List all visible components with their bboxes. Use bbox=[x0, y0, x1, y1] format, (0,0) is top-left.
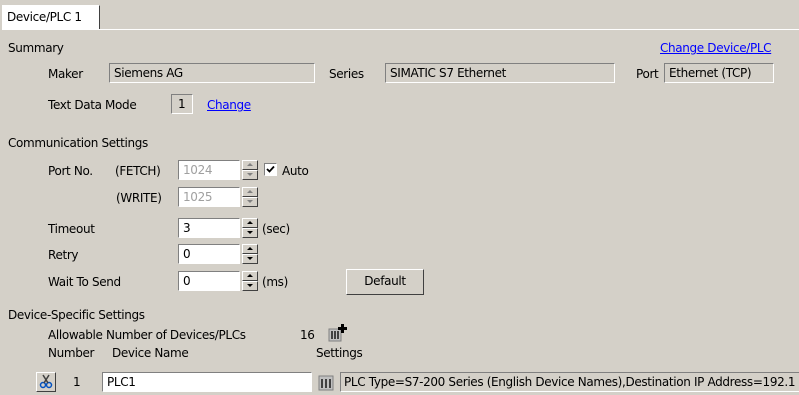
port-field: Ethernet (TCP) bbox=[664, 63, 774, 83]
tab-strip: Device/PLC 1 bbox=[0, 0, 799, 30]
device-specific-settings-heading: Device-Specific Settings bbox=[8, 308, 145, 322]
port-no-label: Port No. bbox=[48, 164, 93, 178]
fetch-port-spinner[interactable] bbox=[242, 160, 258, 180]
maker-field: Siemens AG bbox=[109, 63, 315, 83]
summary-heading: Summary bbox=[8, 41, 64, 55]
spin-up-icon[interactable] bbox=[242, 271, 258, 281]
spin-down-icon[interactable] bbox=[242, 281, 258, 291]
write-label: (WRITE) bbox=[116, 191, 162, 205]
device-name-input[interactable]: PLC1 bbox=[102, 372, 312, 392]
auto-checkbox[interactable] bbox=[264, 163, 277, 176]
spin-up-icon[interactable] bbox=[242, 187, 258, 197]
default-button[interactable]: Default bbox=[346, 269, 424, 295]
fetch-port-input[interactable]: 1024 bbox=[178, 160, 240, 180]
wait-to-send-unit: (ms) bbox=[262, 275, 288, 289]
spin-down-icon[interactable] bbox=[242, 197, 258, 207]
series-field: SIMATIC S7 Ethernet bbox=[385, 63, 615, 83]
scissors-icon bbox=[39, 374, 53, 389]
communication-settings-heading: Communication Settings bbox=[8, 136, 148, 150]
write-port-input[interactable]: 1025 bbox=[178, 187, 240, 207]
tab-device-plc-1[interactable]: Device/PLC 1 bbox=[2, 5, 100, 30]
timeout-label: Timeout bbox=[48, 222, 95, 236]
timeout-unit: (sec) bbox=[262, 222, 290, 236]
fetch-label: (FETCH) bbox=[115, 164, 161, 178]
checkmark-icon bbox=[266, 165, 275, 173]
column-device-name-header: Device Name bbox=[112, 346, 189, 360]
write-port-spinner[interactable] bbox=[242, 187, 258, 207]
auto-label: Auto bbox=[282, 164, 309, 178]
tab-divider bbox=[98, 29, 799, 30]
timeout-spinner[interactable] bbox=[242, 218, 258, 238]
spin-down-icon[interactable] bbox=[242, 254, 258, 264]
text-data-mode-change-link[interactable]: Change bbox=[207, 98, 251, 112]
wait-to-send-spinner[interactable] bbox=[242, 271, 258, 291]
port-label: Port bbox=[636, 67, 659, 81]
spin-up-icon[interactable] bbox=[242, 218, 258, 228]
add-device-icon[interactable] bbox=[326, 323, 348, 343]
spin-down-icon[interactable] bbox=[242, 228, 258, 238]
allowable-devices-value: 16 bbox=[300, 328, 315, 342]
column-number-header: Number bbox=[48, 346, 95, 360]
delete-device-button[interactable] bbox=[36, 372, 56, 392]
device-settings-summary: PLC Type=S7-200 Series (English Device N… bbox=[340, 372, 799, 392]
retry-input[interactable]: 0 bbox=[178, 244, 240, 264]
device-row-number: 1 bbox=[73, 375, 81, 389]
change-device-plc-link[interactable]: Change Device/PLC bbox=[660, 41, 772, 55]
spin-up-icon[interactable] bbox=[242, 244, 258, 254]
wait-to-send-input[interactable]: 0 bbox=[178, 271, 240, 291]
text-data-mode-field: 1 bbox=[171, 94, 193, 114]
column-settings-header: Settings bbox=[316, 346, 363, 360]
timeout-input[interactable]: 3 bbox=[178, 218, 240, 238]
spin-up-icon[interactable] bbox=[242, 160, 258, 170]
retry-label: Retry bbox=[48, 248, 79, 262]
spin-down-icon[interactable] bbox=[242, 170, 258, 180]
retry-spinner[interactable] bbox=[242, 244, 258, 264]
maker-label: Maker bbox=[48, 67, 83, 81]
device-settings-icon[interactable] bbox=[316, 372, 338, 392]
tab-label: Device/PLC 1 bbox=[7, 10, 82, 24]
series-label: Series bbox=[329, 67, 364, 81]
allowable-devices-label: Allowable Number of Devices/PLCs bbox=[48, 328, 246, 342]
text-data-mode-label: Text Data Mode bbox=[48, 98, 137, 112]
wait-to-send-label: Wait To Send bbox=[48, 275, 121, 289]
